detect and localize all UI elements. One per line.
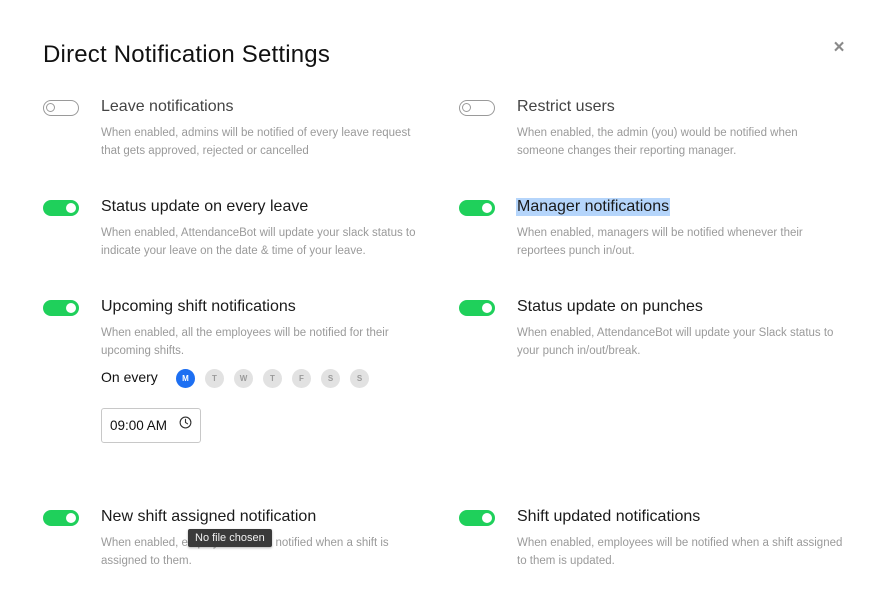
toggle-knob [462, 103, 471, 112]
day-selector: M T W T F S S [176, 369, 369, 388]
setting-description: When enabled, AttendanceBot will update … [101, 227, 416, 257]
day-wednesday[interactable]: W [234, 369, 253, 388]
day-tuesday[interactable]: T [205, 369, 224, 388]
restrict-users-toggle[interactable] [459, 100, 495, 116]
notification-settings-modal: Direct Notification Settings × Leave not… [0, 0, 886, 603]
toggle-knob [482, 203, 492, 213]
setting-name: New shift assigned notification [101, 508, 317, 525]
setting-description: When enabled, admins will be notified of… [101, 127, 411, 157]
setting-name: Leave notifications [101, 98, 234, 115]
time-picker[interactable]: 09:00 AM [101, 408, 201, 443]
day-thursday[interactable]: T [263, 369, 282, 388]
toggle-knob [66, 303, 76, 313]
clock-icon [179, 416, 192, 429]
toggle-knob [482, 303, 492, 313]
leave-notifications-toggle[interactable] [43, 100, 79, 116]
setting-description: When enabled, the admin (you) would be n… [517, 127, 798, 157]
toggle-knob [66, 203, 76, 213]
setting-description: When enabled, all the employees will be … [101, 327, 389, 357]
close-icon[interactable]: × [831, 38, 847, 57]
day-friday[interactable]: F [292, 369, 311, 388]
manager-notifications-toggle[interactable] [459, 200, 495, 216]
setting-name: Status update on every leave [101, 198, 309, 215]
setting-name: Upcoming shift notifications [101, 298, 296, 315]
setting-name: Manager notifications [516, 198, 671, 216]
modal-title: Direct Notification Settings [43, 41, 331, 68]
setting-name: Restrict users [517, 98, 615, 115]
status-update-leave-toggle[interactable] [43, 200, 79, 216]
day-monday[interactable]: M [176, 369, 195, 388]
toggle-knob [482, 513, 492, 523]
toggle-knob [46, 103, 55, 112]
day-sunday[interactable]: S [350, 369, 369, 388]
time-value: 09:00 AM [110, 418, 168, 433]
setting-description: When enabled, AttendanceBot will update … [517, 327, 834, 357]
setting-name: Shift updated notifications [517, 508, 701, 525]
upcoming-shift-toggle[interactable] [43, 300, 79, 316]
tooltip: No file chosen [188, 529, 272, 547]
on-every-label: On every [101, 369, 158, 385]
setting-description: When enabled, managers will be notified … [517, 227, 803, 257]
shift-updated-toggle[interactable] [459, 510, 495, 526]
setting-name: Status update on punches [517, 298, 703, 315]
toggle-knob [66, 513, 76, 523]
status-update-punches-toggle[interactable] [459, 300, 495, 316]
day-saturday[interactable]: S [321, 369, 340, 388]
new-shift-assigned-toggle[interactable] [43, 510, 79, 526]
setting-description: When enabled, employees will be notified… [517, 537, 843, 567]
